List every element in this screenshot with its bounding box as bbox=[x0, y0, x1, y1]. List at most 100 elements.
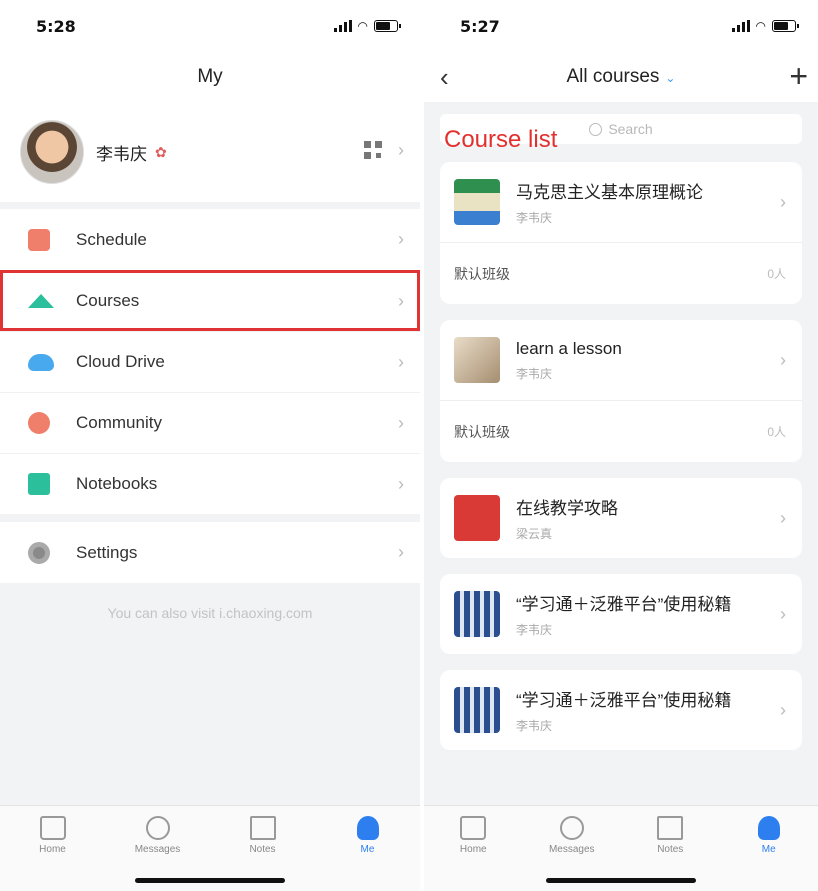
search-placeholder: Search bbox=[608, 121, 653, 137]
tab-me[interactable]: Me bbox=[315, 806, 420, 891]
chevron-right-icon: › bbox=[398, 413, 404, 433]
menu-item-settings[interactable]: Settings › bbox=[0, 522, 420, 583]
tab-bar: Home Messages Notes Me bbox=[0, 805, 420, 891]
menu-item-label: Community bbox=[76, 413, 162, 432]
course-item[interactable]: learn a lesson 李韦庆 › bbox=[440, 320, 802, 400]
tab-me[interactable]: Me bbox=[720, 806, 818, 891]
chevron-right-icon: › bbox=[780, 350, 786, 370]
graduation-cap-icon bbox=[28, 294, 54, 308]
menu-item-community[interactable]: Community › bbox=[0, 392, 420, 453]
tab-label: Notes bbox=[249, 844, 276, 855]
chat-bubble-icon bbox=[145, 816, 170, 840]
tab-label: Me bbox=[761, 844, 776, 855]
course-teacher: 梁云真 bbox=[516, 527, 553, 541]
page-title: All courses bbox=[566, 66, 660, 87]
course-teacher: 李韦庆 bbox=[516, 623, 553, 637]
status-bar: 5:27 ◠ bbox=[424, 0, 818, 52]
search-icon bbox=[589, 122, 603, 136]
course-info: “学习通＋泛雅平台”使用秘籍 李韦庆 bbox=[516, 686, 731, 734]
search-area: Search Course list bbox=[424, 102, 818, 162]
signal-icon bbox=[333, 20, 352, 32]
course-filter-dropdown[interactable]: All courses ⌄ bbox=[567, 66, 676, 88]
tab-bar: Home Messages Notes Me bbox=[424, 805, 818, 891]
class-item[interactable]: 默认班级 0人 bbox=[440, 400, 802, 462]
course-info: “学习通＋泛雅平台”使用秘籍 李韦庆 bbox=[516, 590, 731, 638]
chevron-right-icon: › bbox=[780, 508, 786, 528]
menu-item-courses[interactable]: Courses › bbox=[0, 270, 420, 331]
person-icon bbox=[757, 816, 780, 840]
course-card: learn a lesson 李韦庆 › 默认班级 0人 bbox=[440, 320, 802, 462]
cloud-icon bbox=[28, 353, 54, 371]
menu-item-cloud-drive[interactable]: Cloud Drive › bbox=[0, 331, 420, 392]
menu-item-notebooks[interactable]: Notebooks › bbox=[0, 453, 420, 514]
course-item[interactable]: “学习通＋泛雅平台”使用秘籍 李韦庆 › bbox=[440, 670, 802, 750]
menu-item-schedule[interactable]: Schedule › bbox=[0, 209, 420, 270]
course-title: “学习通＋泛雅平台”使用秘籍 bbox=[516, 691, 732, 710]
battery-icon bbox=[374, 20, 401, 32]
chevron-right-icon: › bbox=[780, 192, 786, 212]
add-icon[interactable]: + bbox=[789, 58, 808, 95]
tab-label: Home bbox=[459, 844, 487, 855]
chevron-right-icon: › bbox=[398, 291, 404, 311]
course-title: 在线教学攻略 bbox=[516, 499, 618, 518]
home-indicator bbox=[135, 878, 285, 883]
chevron-right-icon: › bbox=[398, 474, 404, 494]
tab-label: Notes bbox=[657, 844, 684, 855]
wifi-icon: ◠ bbox=[357, 19, 368, 33]
group-separator bbox=[0, 514, 420, 522]
tab-label: Messages bbox=[134, 844, 181, 855]
footer-note: You can also visit i.chaoxing.com bbox=[107, 605, 313, 621]
course-info: 马克思主义基本原理概论 李韦庆 bbox=[516, 178, 703, 226]
system-icons: ◠ bbox=[333, 19, 401, 33]
back-arrow-icon[interactable]: ‹ bbox=[440, 62, 449, 93]
course-teacher: 李韦庆 bbox=[516, 719, 553, 733]
course-teacher: 李韦庆 bbox=[516, 211, 553, 225]
tab-home[interactable]: Home bbox=[0, 806, 105, 891]
tab-label: Messages bbox=[548, 844, 595, 855]
course-info: 在线教学攻略 梁云真 bbox=[516, 494, 618, 542]
person-icon bbox=[356, 816, 379, 840]
chat-bubble-icon bbox=[559, 816, 584, 840]
course-card: “学习通＋泛雅平台”使用秘籍 李韦庆 › bbox=[440, 670, 802, 750]
course-thumbnail bbox=[454, 337, 500, 383]
menu-list: Schedule › Courses › Cloud Drive › Commu… bbox=[0, 209, 420, 514]
edit-note-icon bbox=[249, 816, 276, 840]
menu-item-label: Settings bbox=[76, 542, 138, 562]
class-name: 默认班级 bbox=[454, 423, 510, 440]
qr-code-icon[interactable] bbox=[364, 141, 382, 159]
course-item[interactable]: 在线教学攻略 梁云真 › bbox=[440, 478, 802, 558]
chevron-right-icon: › bbox=[398, 542, 404, 562]
system-icons: ◠ bbox=[731, 19, 799, 33]
course-thumbnail bbox=[454, 495, 500, 541]
course-item[interactable]: 马克思主义基本原理概论 李韦庆 › bbox=[440, 162, 802, 242]
course-teacher: 李韦庆 bbox=[516, 366, 553, 381]
signal-icon bbox=[731, 20, 750, 32]
home-indicator bbox=[546, 878, 696, 883]
nav-bar: ‹ All courses ⌄ + bbox=[424, 52, 818, 102]
profile-row[interactable]: 李韦庆 ✿ › bbox=[0, 102, 420, 202]
badge-icon: ✿ bbox=[155, 143, 167, 160]
menu-item-label: Cloud Drive bbox=[76, 352, 165, 371]
status-bar: 5:28 ◠ bbox=[0, 0, 420, 52]
home-icon bbox=[39, 816, 66, 840]
status-time: 5:28 bbox=[36, 16, 76, 36]
avatar[interactable] bbox=[20, 120, 84, 184]
course-thumbnail bbox=[454, 179, 500, 225]
chevron-right-icon: › bbox=[780, 604, 786, 624]
tab-label: Me bbox=[360, 844, 375, 855]
menu-item-label: Schedule bbox=[76, 229, 147, 249]
course-card: “学习通＋泛雅平台”使用秘籍 李韦庆 › bbox=[440, 574, 802, 654]
home-icon bbox=[460, 816, 487, 840]
my-screen: 5:28 ◠ My 李韦庆 ✿ › Schedule › Courses › C… bbox=[0, 0, 420, 891]
course-title: learn a lesson bbox=[516, 338, 622, 358]
course-item[interactable]: “学习通＋泛雅平台”使用秘籍 李韦庆 › bbox=[440, 574, 802, 654]
course-title: “学习通＋泛雅平台”使用秘籍 bbox=[516, 595, 732, 614]
status-time: 5:27 bbox=[460, 16, 500, 36]
chevron-right-icon: › bbox=[398, 140, 404, 160]
schedule-icon bbox=[28, 228, 50, 251]
tab-label: Home bbox=[39, 844, 66, 855]
course-title: 马克思主义基本原理概论 bbox=[516, 183, 703, 202]
course-info: learn a lesson 李韦庆 bbox=[516, 339, 622, 382]
class-item[interactable]: 默认班级 0人 bbox=[440, 242, 802, 304]
tab-home[interactable]: Home bbox=[424, 806, 523, 891]
